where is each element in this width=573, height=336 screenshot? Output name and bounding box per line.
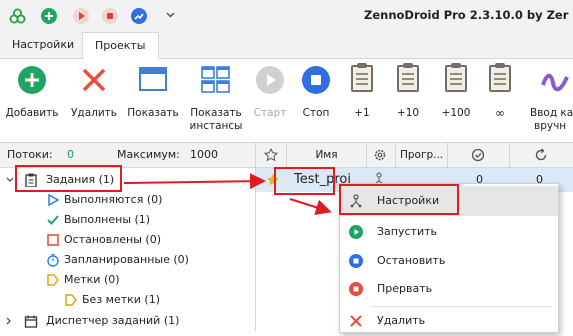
arrow-to-project [123, 173, 266, 190]
arrow-to-settings [289, 198, 332, 216]
annotation-arrows [123, 173, 332, 216]
